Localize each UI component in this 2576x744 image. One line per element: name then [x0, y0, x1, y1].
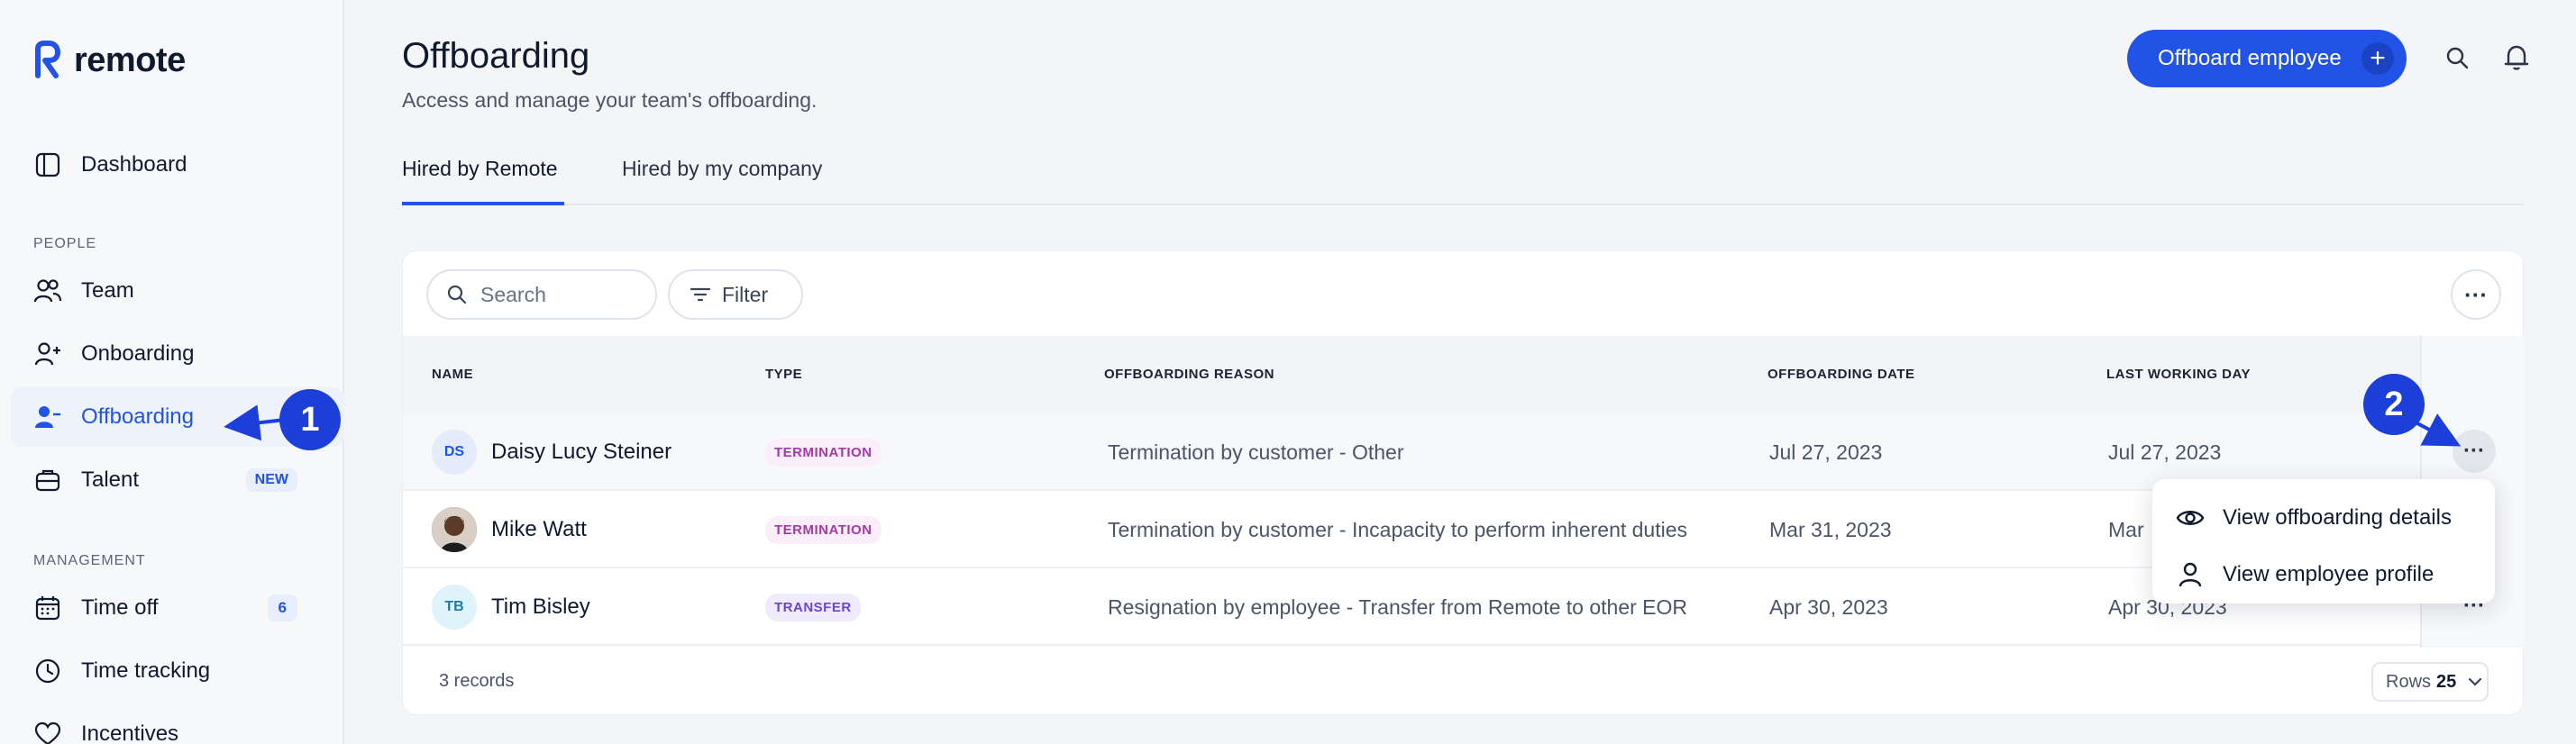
type-badge: TERMINATION	[765, 515, 882, 544]
rows-per-page-select[interactable]: Rows 25	[2371, 662, 2489, 702]
user-plus-icon	[32, 339, 63, 369]
page-subtitle: Access and manage your team's offboardin…	[402, 88, 818, 112]
more-horizontal-icon: ···	[2463, 439, 2485, 463]
column-header-last-working-day[interactable]: LAST WORKING DAY	[2106, 367, 2251, 382]
sidebar-item-label: Incentives	[81, 721, 179, 744]
table-options-button[interactable]: ···	[2451, 269, 2501, 320]
brand-name: remote	[74, 41, 186, 79]
dashboard-icon	[32, 150, 63, 180]
offboarding-date: Mar 31, 2023	[1769, 517, 1892, 541]
sidebar-section-management: MANAGEMENT	[33, 553, 146, 568]
user-icon	[2176, 561, 2205, 588]
heart-icon	[32, 719, 63, 744]
sidebar-item-time-off[interactable]: Time off 6	[11, 578, 344, 638]
rows-label: Rows	[2386, 671, 2432, 692]
type-badge: TRANSFER	[765, 593, 861, 622]
offboarding-date: Jul 27, 2023	[1769, 440, 1883, 464]
brand-logo[interactable]: remote	[32, 40, 186, 81]
column-header-reason[interactable]: OFFBOARDING REASON	[1104, 367, 1274, 382]
offboard-employee-button[interactable]: Offboard employee +	[2127, 30, 2407, 87]
tab-hired-by-remote[interactable]: Hired by Remote	[402, 153, 564, 205]
column-header-name[interactable]: NAME	[432, 367, 473, 382]
remote-logo-icon	[35, 41, 60, 78]
bell-icon[interactable]	[2500, 41, 2533, 74]
plus-icon: +	[2361, 42, 2394, 75]
tab-bar: Hired by Remote Hired by my company	[402, 153, 2524, 205]
sidebar: remote Dashboard PEOPLE Team Onboarding …	[0, 0, 344, 744]
rows-value: 25	[2436, 671, 2457, 692]
avatar: TB	[432, 585, 477, 630]
offboarding-reason: Termination by customer - Incapacity to …	[1108, 517, 1688, 541]
offboarding-reason: Resignation by employee - Transfer from …	[1108, 594, 1688, 619]
time-off-count-badge: 6	[267, 594, 297, 622]
sidebar-item-label: Dashboard	[81, 152, 187, 177]
sidebar-item-label: Offboarding	[81, 404, 194, 429]
offboarding-reason: Termination by customer - Other	[1108, 440, 1404, 464]
records-count: 3 records	[439, 671, 515, 691]
sidebar-item-time-tracking[interactable]: Time tracking	[11, 641, 344, 701]
sidebar-section-people: PEOPLE	[33, 236, 97, 251]
avatar	[432, 507, 477, 552]
page-title: Offboarding	[402, 36, 590, 76]
sidebar-item-label: Time tracking	[81, 658, 211, 683]
avatar: DS	[432, 430, 477, 475]
menu-item-label: View employee profile	[2223, 562, 2434, 586]
team-icon	[32, 276, 63, 306]
sidebar-item-label: Time off	[81, 595, 159, 620]
type-badge: TERMINATION	[765, 438, 882, 467]
search-input[interactable]	[480, 282, 625, 307]
filter-button[interactable]: Filter	[668, 269, 803, 320]
search-icon	[447, 285, 467, 304]
chevron-down-icon	[2469, 677, 2482, 686]
employee-name: Tim Bisley	[491, 594, 590, 619]
user-minus-icon	[32, 402, 63, 432]
annotation-marker-1: 1	[279, 389, 341, 450]
row-actions-menu: View offboarding details View employee p…	[2152, 479, 2495, 603]
menu-item-view-employee-profile[interactable]: View employee profile	[2176, 551, 2434, 598]
sidebar-item-dashboard[interactable]: Dashboard	[11, 135, 344, 195]
employee-name: Daisy Lucy Steiner	[491, 440, 672, 464]
clock-icon	[32, 656, 63, 686]
search-icon[interactable]	[2441, 41, 2473, 74]
sidebar-item-team[interactable]: Team	[11, 261, 344, 321]
tab-hired-by-my-company[interactable]: Hired by my company	[622, 153, 822, 205]
eye-icon	[2176, 507, 2205, 529]
offboard-employee-label: Offboard employee	[2158, 46, 2342, 70]
calendar-icon	[32, 593, 63, 623]
annotation-marker-2: 2	[2363, 374, 2425, 435]
filter-icon	[690, 286, 711, 304]
menu-item-label: View offboarding details	[2223, 505, 2452, 530]
column-header-type[interactable]: TYPE	[765, 367, 802, 382]
employee-name: Mike Watt	[491, 517, 587, 541]
sidebar-item-label: Team	[81, 278, 134, 303]
sidebar-item-label: Talent	[81, 467, 140, 492]
menu-item-view-offboarding-details[interactable]: View offboarding details	[2176, 494, 2452, 541]
table-header: NAME TYPE OFFBOARDING REASON OFFBOARDING…	[403, 336, 2525, 413]
sidebar-item-incentives[interactable]: Incentives	[11, 704, 344, 744]
row-actions-button[interactable]: ···	[2453, 430, 2496, 473]
search-field[interactable]	[426, 269, 657, 320]
sidebar-item-label: Onboarding	[81, 341, 195, 366]
new-badge: NEW	[245, 468, 297, 492]
offboarding-date: Apr 30, 2023	[1769, 594, 1888, 619]
main-content: Offboarding Access and manage your team'…	[344, 0, 2576, 744]
more-horizontal-icon: ···	[2464, 280, 2488, 308]
sidebar-item-onboarding[interactable]: Onboarding	[11, 324, 344, 384]
column-header-offboarding-date[interactable]: OFFBOARDING DATE	[1768, 367, 1915, 382]
last-working-day: Mar	[2108, 517, 2144, 541]
filter-label: Filter	[722, 282, 769, 306]
sidebar-item-talent[interactable]: Talent NEW	[11, 450, 344, 510]
briefcase-icon	[32, 465, 63, 495]
